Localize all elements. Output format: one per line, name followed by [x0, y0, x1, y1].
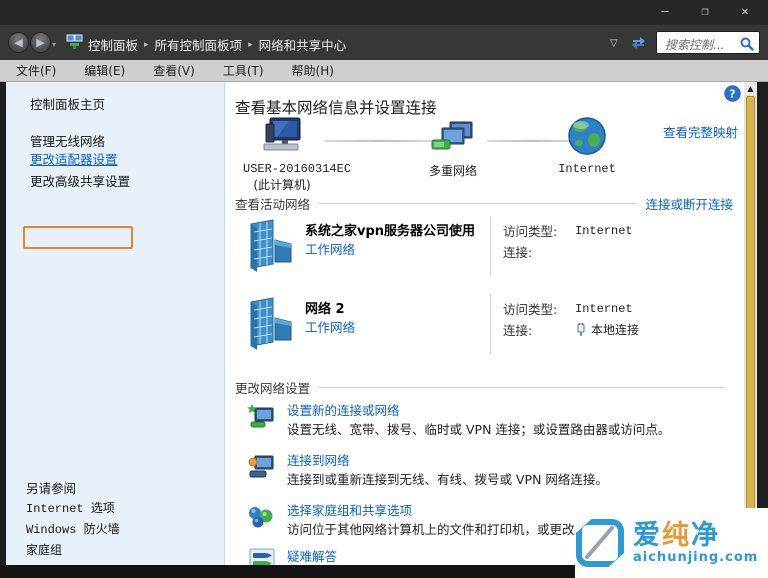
connect-disconnect-link[interactable]: 连接或断开连接 [645, 194, 733, 213]
watermark-domain: aichunjing.com [633, 549, 759, 565]
access-type-label: 访问类型: [503, 224, 558, 239]
sidebar-item-homegroup[interactable]: 家庭组 [26, 541, 62, 558]
change-settings-header: 更改网络设置 [235, 381, 311, 396]
watermark-title: 爱纯净 [633, 519, 720, 551]
connections-label: 连接: [503, 323, 533, 338]
map-computer-name: USER-20160314EC [243, 162, 352, 176]
change-settings-section-header: 更改网络设置 [235, 378, 733, 397]
setting-item-new-connection: 设置新的连接或网络 设置无线、宽带、拨号、临时或 VPN 连接；或设置路由器或访… [247, 400, 737, 442]
sidebar-item-advanced-sharing[interactable]: 更改高级共享设置 [30, 171, 130, 190]
multi-network-icon [431, 121, 473, 150]
map-node-multi-network[interactable]: 多重网络 [413, 120, 493, 179]
local-connection-icon [577, 322, 585, 336]
access-type-value: Internet [575, 223, 633, 238]
map-internet-label: Internet [558, 162, 616, 176]
search-placeholder: 搜索控制... [665, 38, 725, 52]
setting-item-connect-network: 连接到网络 连接到或重新连接到无线、有线、拨号或 VPN 网络连接。 [247, 450, 737, 492]
navigation-bar: ◀ ▶ ▾ 控制面板 ▸ 所有控制面板项 ▸ 网络和共享中心 ▽ 搜索控制... [0, 25, 768, 60]
sidebar-item-change-adapter-settings[interactable]: 更改适配器设置 [30, 149, 118, 168]
troubleshoot-icon [249, 548, 275, 565]
connect-network-desc: 连接到或重新连接到无线、有线、拨号或 VPN 网络连接。 [287, 472, 608, 487]
see-full-map-link[interactable]: 查看完整映射 [663, 122, 738, 141]
map-computer-sub: (此计算机) [253, 178, 311, 192]
scrollbar-up-arrow-icon[interactable]: ▲ [744, 82, 757, 95]
close-button[interactable]: ✕ [736, 4, 754, 18]
map-node-this-computer[interactable]: USER-20160314EC (此计算机) [243, 116, 352, 193]
active-network-row: 网络 2 工作网络 访问类型: Internet 连接: 本地连接 [243, 294, 723, 356]
breadcrumb-separator-icon: ▸ [144, 39, 149, 50]
page-title: 查看基本网络信息并设置连接 [235, 99, 437, 117]
watermark: 爱纯净 aichunjing.com [575, 508, 768, 578]
network-name: 系统之家vpn服务器公司使用 [305, 224, 476, 239]
menu-help[interactable]: 帮助(H) [292, 62, 334, 79]
minimize-button[interactable]: – [656, 4, 674, 18]
recent-pages-dropdown-icon[interactable]: ▽ [610, 38, 618, 49]
forward-button[interactable]: ▶ [30, 32, 51, 53]
connections-label: 连接: [503, 245, 533, 260]
active-networks-header: 查看活动网络 [235, 197, 311, 212]
vertical-scrollbar[interactable]: ▲ [744, 82, 757, 565]
troubleshoot-link[interactable]: 疑难解答 [287, 546, 337, 565]
map-node-internet[interactable]: Internet [555, 116, 619, 176]
internet-globe-icon [568, 117, 606, 155]
sidebar-item-manage-wireless[interactable]: 管理无线网络 [30, 131, 105, 150]
menu-file[interactable]: 文件(F) [16, 62, 56, 79]
scrollbar-thumb[interactable] [746, 96, 755, 540]
homegroup-sharing-link[interactable]: 选择家庭组和共享选项 [287, 500, 412, 519]
menu-tools[interactable]: 工具(T) [223, 62, 264, 79]
search-box[interactable]: 搜索控制... [656, 31, 760, 54]
refresh-icon[interactable] [630, 33, 648, 55]
network-name: 网络 2 [305, 302, 345, 317]
section-divider [318, 387, 725, 388]
connect-network-icon [248, 455, 274, 478]
sidebar-item-internet-options[interactable]: Internet 选项 [26, 499, 115, 516]
see-also-header: 另请参阅 [26, 481, 77, 496]
access-type-value: Internet [575, 301, 633, 316]
row-divider [490, 216, 491, 276]
sidebar-item-control-panel-home[interactable]: 控制面板主页 [30, 94, 105, 113]
history-dropdown-icon[interactable]: ▾ [52, 40, 56, 49]
work-network-link[interactable]: 工作网络 [305, 239, 355, 258]
network-sharing-center-window: – ❐ ✕ ◀ ▶ ▾ 控制面板 ▸ 所有控制面板项 ▸ 网络和共享中心 ▽ 搜… [0, 0, 768, 578]
breadcrumb: 控制面板 ▸ 所有控制面板项 ▸ 网络和共享中心 [88, 35, 346, 54]
aichunjing-logo-icon [575, 517, 625, 569]
menu-view[interactable]: 查看(V) [153, 62, 195, 79]
access-type-label: 访问类型: [503, 302, 558, 317]
breadcrumb-separator-icon: ▸ [248, 39, 253, 50]
menu-bar: 文件(F) 编辑(E) 查看(V) 工具(T) 帮助(H) [0, 60, 768, 82]
row-divider [490, 294, 491, 354]
network-buildings-icon [250, 297, 292, 350]
maximize-button[interactable]: ❐ [696, 4, 714, 18]
sidebar-item-windows-firewall[interactable]: Windows 防火墙 [26, 520, 120, 537]
title-bar: – ❐ ✕ [0, 0, 768, 25]
breadcrumb-network-sharing[interactable]: 网络和共享中心 [259, 35, 347, 54]
breadcrumb-control-panel[interactable]: 控制面板 [88, 35, 138, 54]
computer-icon [263, 117, 301, 151]
active-networks-section-header: 查看活动网络 连接或断开连接 [235, 194, 733, 213]
window-right-border [757, 82, 768, 565]
network-breadcrumb-icon [66, 34, 83, 54]
section-divider [318, 203, 638, 204]
help-icon[interactable]: ? [724, 85, 741, 106]
connect-network-link[interactable]: 连接到网络 [287, 450, 350, 469]
network-buildings-icon [250, 219, 292, 272]
new-connection-icon [247, 404, 274, 428]
back-button[interactable]: ◀ [8, 32, 29, 53]
svg-text:?: ? [729, 88, 735, 101]
sidebar: 控制面板主页 管理无线网络 更改适配器设置 更改高级共享设置 另请参阅 Inte… [6, 82, 225, 565]
breadcrumb-all-items[interactable]: 所有控制面板项 [155, 35, 243, 54]
local-connection-link[interactable]: 本地连接 [591, 321, 639, 338]
work-network-link[interactable]: 工作网络 [305, 317, 355, 336]
search-icon[interactable] [740, 36, 754, 55]
active-network-row: 系统之家vpn服务器公司使用 工作网络 访问类型: Internet 连接: [243, 216, 723, 278]
menu-edit[interactable]: 编辑(E) [84, 62, 125, 79]
new-connection-desc: 设置无线、宽带、拨号、临时或 VPN 连接；或设置路由器或访问点。 [287, 422, 671, 437]
homegroup-icon [249, 507, 273, 528]
new-connection-link[interactable]: 设置新的连接或网络 [287, 400, 400, 419]
map-multi-network-label: 多重网络 [428, 164, 477, 178]
main-content: 查看基本网络信息并设置连接 ? USER-20160314EC (此计算机) 多… [225, 82, 744, 565]
annotation-highlight-box [23, 226, 133, 249]
